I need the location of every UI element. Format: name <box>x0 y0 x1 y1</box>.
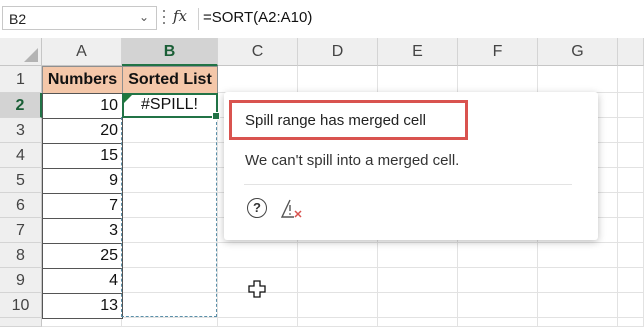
empty-cell[interactable] <box>618 143 644 168</box>
cell-a3[interactable]: 20 <box>42 118 123 144</box>
empty-cell[interactable] <box>378 268 458 293</box>
row-header-3[interactable]: 3 <box>0 118 42 143</box>
row-header-7[interactable]: 7 <box>0 218 42 243</box>
cell-a1[interactable]: Numbers <box>42 66 123 94</box>
row-header-1[interactable]: 1 <box>0 66 42 93</box>
fill-handle[interactable] <box>212 112 220 120</box>
empty-cell[interactable] <box>298 66 378 93</box>
row-header-10[interactable]: 10 <box>0 293 42 318</box>
popup-message: We can't spill into a merged cell. <box>245 152 460 169</box>
empty-cell[interactable] <box>618 218 644 243</box>
empty-cell[interactable] <box>378 66 458 93</box>
empty-cell[interactable] <box>618 318 644 327</box>
empty-cell[interactable] <box>122 318 218 327</box>
row-header-11[interactable] <box>0 318 42 327</box>
empty-cell[interactable] <box>218 66 298 93</box>
empty-cell[interactable] <box>378 243 458 268</box>
active-cell-selection <box>122 93 220 120</box>
formula-bar: B2 ⌄ fx =SORT(A2:A10) <box>0 0 644 39</box>
cell-a6[interactable]: 7 <box>42 193 123 219</box>
formula-bar-resize-handle[interactable] <box>163 10 165 26</box>
empty-cell[interactable] <box>618 293 644 318</box>
empty-cell[interactable] <box>458 243 538 268</box>
empty-cell[interactable] <box>298 293 378 318</box>
row-header-6[interactable]: 6 <box>0 193 42 218</box>
column-header-f[interactable]: F <box>458 38 538 66</box>
chevron-down-icon[interactable]: ⌄ <box>139 10 149 24</box>
column-header-c[interactable]: C <box>218 38 298 66</box>
cell-a2[interactable]: 10 <box>42 93 123 119</box>
empty-cell[interactable] <box>618 168 644 193</box>
cell-a8[interactable]: 25 <box>42 243 123 269</box>
row-header-2[interactable]: 2 <box>0 93 42 118</box>
empty-cell[interactable] <box>458 66 538 93</box>
divider <box>198 8 199 30</box>
row-header-5[interactable]: 5 <box>0 168 42 193</box>
cell-a9[interactable]: 4 <box>42 268 123 294</box>
empty-cell[interactable] <box>42 318 122 327</box>
empty-cell[interactable] <box>618 243 644 268</box>
select-all-button[interactable] <box>0 38 42 66</box>
spill-error-popup: Spill range has merged cell We can't spi… <box>224 92 598 240</box>
formula-input[interactable]: =SORT(A2:A10) <box>203 9 312 26</box>
name-box-value: B2 <box>9 11 27 27</box>
empty-cell[interactable] <box>618 193 644 218</box>
column-header-b[interactable]: B <box>122 38 218 66</box>
empty-cell[interactable] <box>298 318 378 327</box>
empty-cell[interactable] <box>538 268 618 293</box>
row-header-8[interactable]: 8 <box>0 243 42 268</box>
spill-range-outline <box>121 117 217 317</box>
help-circle-icon[interactable]: ? <box>247 198 267 218</box>
column-header-d[interactable]: D <box>298 38 378 66</box>
empty-cell[interactable] <box>218 243 298 268</box>
empty-cell[interactable] <box>618 93 644 118</box>
popup-title: Spill range has merged cell <box>245 112 426 129</box>
column-header-g[interactable]: G <box>538 38 618 66</box>
empty-cell[interactable] <box>538 66 618 93</box>
empty-cell[interactable] <box>298 268 378 293</box>
empty-cell[interactable] <box>618 118 644 143</box>
divider <box>244 184 572 185</box>
cell-b1[interactable]: Sorted List <box>122 66 218 94</box>
warning-icon[interactable] <box>281 197 305 221</box>
column-header-h[interactable] <box>618 38 644 66</box>
empty-cell[interactable] <box>458 293 538 318</box>
row-header-4[interactable]: 4 <box>0 143 42 168</box>
empty-cell[interactable] <box>538 293 618 318</box>
insert-function-button[interactable]: fx <box>173 7 187 25</box>
mouse-cursor-icon <box>248 280 266 298</box>
column-header-a[interactable]: A <box>42 38 122 66</box>
cell-a7[interactable]: 3 <box>42 218 123 244</box>
empty-cell[interactable] <box>378 293 458 318</box>
cell-a10[interactable]: 13 <box>42 293 123 319</box>
empty-cell[interactable] <box>618 66 644 93</box>
empty-cell[interactable] <box>218 318 298 327</box>
empty-cell[interactable] <box>618 268 644 293</box>
cell-a4[interactable]: 15 <box>42 143 123 169</box>
empty-cell[interactable] <box>458 318 538 327</box>
empty-cell[interactable] <box>298 243 378 268</box>
empty-cell[interactable] <box>458 268 538 293</box>
row-header-9[interactable]: 9 <box>0 268 42 293</box>
column-header-e[interactable]: E <box>378 38 458 66</box>
error-indicator-icon[interactable] <box>124 95 132 103</box>
name-box[interactable]: B2 ⌄ <box>2 6 157 30</box>
empty-cell[interactable] <box>538 243 618 268</box>
empty-cell[interactable] <box>538 318 618 327</box>
cell-a5[interactable]: 9 <box>42 168 123 194</box>
empty-cell[interactable] <box>378 318 458 327</box>
